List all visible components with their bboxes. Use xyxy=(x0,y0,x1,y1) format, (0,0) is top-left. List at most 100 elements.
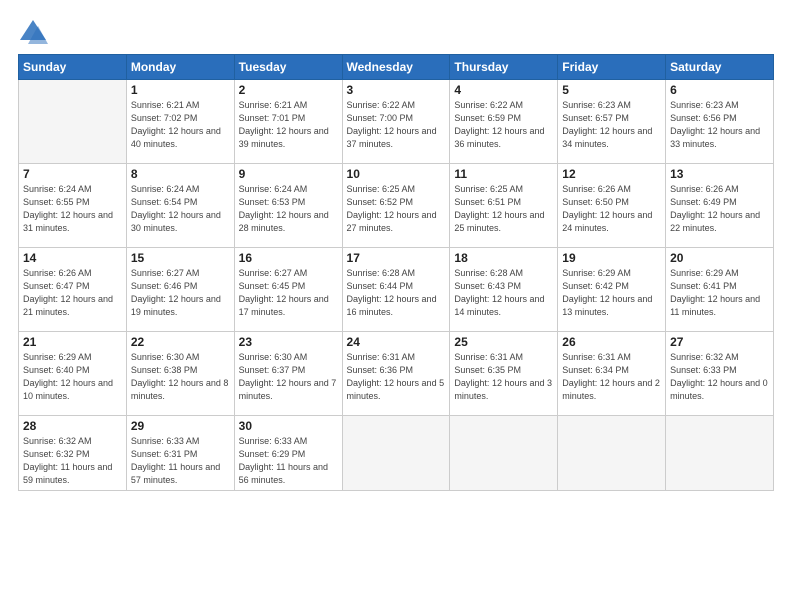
calendar-cell: 8 Sunrise: 6:24 AM Sunset: 6:54 PM Daylig… xyxy=(126,164,234,248)
day-info: Sunrise: 6:29 AM Sunset: 6:42 PM Dayligh… xyxy=(562,267,661,319)
calendar-cell: 14Sunrise: 6:26 AM Sunset: 6:47 PM Dayli… xyxy=(19,248,127,332)
calendar-cell: 20 Sunrise: 6:29 AM Sunset: 6:41 PM Dayli… xyxy=(666,248,774,332)
calendar-cell xyxy=(666,416,774,491)
day-number: 13 xyxy=(670,167,769,181)
day-number: 9 xyxy=(239,167,338,181)
day-info: Sunrise: 6:27 AM Sunset: 6:46 PM Dayligh… xyxy=(131,267,230,319)
day-info: Sunrise: 6:22 AM Sunset: 6:59 PM Dayligh… xyxy=(454,99,553,151)
header xyxy=(18,18,774,46)
calendar-cell: 13 Sunrise: 6:26 AM Sunset: 6:49 PM Dayli… xyxy=(666,164,774,248)
calendar-cell: 6Sunrise: 6:23 AM Sunset: 6:56 PM Daylig… xyxy=(666,80,774,164)
day-info: Sunrise: 6:29 AM Sunset: 6:41 PM Dayligh… xyxy=(670,267,769,319)
calendar-cell: 5 Sunrise: 6:23 AM Sunset: 6:57 PM Daylig… xyxy=(558,80,666,164)
day-number: 15 xyxy=(131,251,230,265)
calendar-cell: 17 Sunrise: 6:28 AM Sunset: 6:44 PM Dayli… xyxy=(342,248,450,332)
day-info: Sunrise: 6:24 AM Sunset: 6:54 PM Dayligh… xyxy=(131,183,230,235)
calendar-cell xyxy=(19,80,127,164)
day-number: 18 xyxy=(454,251,553,265)
day-number: 23 xyxy=(239,335,338,349)
day-number: 19 xyxy=(562,251,661,265)
day-info: Sunrise: 6:24 AM Sunset: 6:53 PM Dayligh… xyxy=(239,183,338,235)
day-info: Sunrise: 6:23 AM Sunset: 6:57 PM Dayligh… xyxy=(562,99,661,151)
weekday-header-wednesday: Wednesday xyxy=(342,55,450,80)
day-info: Sunrise: 6:32 AM Sunset: 6:32 PM Dayligh… xyxy=(23,435,122,487)
calendar-week-2: 14Sunrise: 6:26 AM Sunset: 6:47 PM Dayli… xyxy=(19,248,774,332)
weekday-header-thursday: Thursday xyxy=(450,55,558,80)
day-number: 1 xyxy=(131,83,230,97)
calendar-cell: 1 Sunrise: 6:21 AM Sunset: 7:02 PM Daylig… xyxy=(126,80,234,164)
day-info: Sunrise: 6:33 AM Sunset: 6:29 PM Dayligh… xyxy=(239,435,338,487)
day-number: 8 xyxy=(131,167,230,181)
calendar-cell: 22 Sunrise: 6:30 AM Sunset: 6:38 PM Dayli… xyxy=(126,332,234,416)
calendar-cell xyxy=(342,416,450,491)
day-info: Sunrise: 6:29 AM Sunset: 6:40 PM Dayligh… xyxy=(23,351,122,403)
day-number: 3 xyxy=(347,83,446,97)
day-info: Sunrise: 6:27 AM Sunset: 6:45 PM Dayligh… xyxy=(239,267,338,319)
calendar-cell: 4 Sunrise: 6:22 AM Sunset: 6:59 PM Daylig… xyxy=(450,80,558,164)
weekday-header-saturday: Saturday xyxy=(666,55,774,80)
calendar-cell: 10 Sunrise: 6:25 AM Sunset: 6:52 PM Dayli… xyxy=(342,164,450,248)
day-number: 2 xyxy=(239,83,338,97)
day-number: 27 xyxy=(670,335,769,349)
day-info: Sunrise: 6:31 AM Sunset: 6:35 PM Dayligh… xyxy=(454,351,553,403)
day-info: Sunrise: 6:31 AM Sunset: 6:34 PM Dayligh… xyxy=(562,351,661,403)
calendar-cell: 3 Sunrise: 6:22 AM Sunset: 7:00 PM Daylig… xyxy=(342,80,450,164)
weekday-header-sunday: Sunday xyxy=(19,55,127,80)
day-info: Sunrise: 6:33 AM Sunset: 6:31 PM Dayligh… xyxy=(131,435,230,487)
day-info: Sunrise: 6:24 AM Sunset: 6:55 PM Dayligh… xyxy=(23,183,122,235)
day-number: 29 xyxy=(131,419,230,433)
calendar-cell: 27 Sunrise: 6:32 AM Sunset: 6:33 PM Dayli… xyxy=(666,332,774,416)
calendar-cell: 25 Sunrise: 6:31 AM Sunset: 6:35 PM Dayli… xyxy=(450,332,558,416)
day-info: Sunrise: 6:31 AM Sunset: 6:36 PM Dayligh… xyxy=(347,351,446,403)
calendar-cell: 30Sunrise: 6:33 AM Sunset: 6:29 PM Dayli… xyxy=(234,416,342,491)
calendar-week-3: 21Sunrise: 6:29 AM Sunset: 6:40 PM Dayli… xyxy=(19,332,774,416)
weekday-header-tuesday: Tuesday xyxy=(234,55,342,80)
calendar-week-1: 7 Sunrise: 6:24 AM Sunset: 6:55 PM Daylig… xyxy=(19,164,774,248)
calendar-cell: 19 Sunrise: 6:29 AM Sunset: 6:42 PM Dayli… xyxy=(558,248,666,332)
calendar-cell: 15 Sunrise: 6:27 AM Sunset: 6:46 PM Dayli… xyxy=(126,248,234,332)
day-info: Sunrise: 6:25 AM Sunset: 6:51 PM Dayligh… xyxy=(454,183,553,235)
calendar-cell: 18 Sunrise: 6:28 AM Sunset: 6:43 PM Dayli… xyxy=(450,248,558,332)
calendar-week-4: 28 Sunrise: 6:32 AM Sunset: 6:32 PM Dayli… xyxy=(19,416,774,491)
day-number: 20 xyxy=(670,251,769,265)
day-number: 28 xyxy=(23,419,122,433)
day-number: 5 xyxy=(562,83,661,97)
day-info: Sunrise: 6:21 AM Sunset: 7:02 PM Dayligh… xyxy=(131,99,230,151)
day-info: Sunrise: 6:30 AM Sunset: 6:38 PM Dayligh… xyxy=(131,351,230,403)
day-info: Sunrise: 6:30 AM Sunset: 6:37 PM Dayligh… xyxy=(239,351,338,403)
day-info: Sunrise: 6:21 AM Sunset: 7:01 PM Dayligh… xyxy=(239,99,338,151)
day-number: 25 xyxy=(454,335,553,349)
day-info: Sunrise: 6:25 AM Sunset: 6:52 PM Dayligh… xyxy=(347,183,446,235)
day-number: 10 xyxy=(347,167,446,181)
calendar-cell: 9 Sunrise: 6:24 AM Sunset: 6:53 PM Daylig… xyxy=(234,164,342,248)
day-number: 24 xyxy=(347,335,446,349)
calendar-cell: 16 Sunrise: 6:27 AM Sunset: 6:45 PM Dayli… xyxy=(234,248,342,332)
day-number: 11 xyxy=(454,167,553,181)
calendar-cell: 29 Sunrise: 6:33 AM Sunset: 6:31 PM Dayli… xyxy=(126,416,234,491)
logo xyxy=(18,18,52,46)
calendar-cell: 24 Sunrise: 6:31 AM Sunset: 6:36 PM Dayli… xyxy=(342,332,450,416)
day-info: Sunrise: 6:28 AM Sunset: 6:43 PM Dayligh… xyxy=(454,267,553,319)
day-info: Sunrise: 6:32 AM Sunset: 6:33 PM Dayligh… xyxy=(670,351,769,403)
day-number: 26 xyxy=(562,335,661,349)
calendar-table: SundayMondayTuesdayWednesdayThursdayFrid… xyxy=(18,54,774,491)
calendar-cell: 26 Sunrise: 6:31 AM Sunset: 6:34 PM Dayli… xyxy=(558,332,666,416)
day-number: 7 xyxy=(23,167,122,181)
weekday-header-row: SundayMondayTuesdayWednesdayThursdayFrid… xyxy=(19,55,774,80)
day-info: Sunrise: 6:26 AM Sunset: 6:49 PM Dayligh… xyxy=(670,183,769,235)
day-number: 22 xyxy=(131,335,230,349)
day-number: 17 xyxy=(347,251,446,265)
calendar-cell: 23 Sunrise: 6:30 AM Sunset: 6:37 PM Dayli… xyxy=(234,332,342,416)
logo-icon xyxy=(18,18,48,46)
day-number: 16 xyxy=(239,251,338,265)
day-number: 12 xyxy=(562,167,661,181)
day-info: Sunrise: 6:28 AM Sunset: 6:44 PM Dayligh… xyxy=(347,267,446,319)
calendar-cell: 7 Sunrise: 6:24 AM Sunset: 6:55 PM Daylig… xyxy=(19,164,127,248)
day-info: Sunrise: 6:22 AM Sunset: 7:00 PM Dayligh… xyxy=(347,99,446,151)
day-number: 6 xyxy=(670,83,769,97)
day-number: 4 xyxy=(454,83,553,97)
calendar-cell: 11 Sunrise: 6:25 AM Sunset: 6:51 PM Dayli… xyxy=(450,164,558,248)
calendar-cell: 21Sunrise: 6:29 AM Sunset: 6:40 PM Dayli… xyxy=(19,332,127,416)
calendar-cell: 12Sunrise: 6:26 AM Sunset: 6:50 PM Dayli… xyxy=(558,164,666,248)
calendar-cell: 2 Sunrise: 6:21 AM Sunset: 7:01 PM Daylig… xyxy=(234,80,342,164)
